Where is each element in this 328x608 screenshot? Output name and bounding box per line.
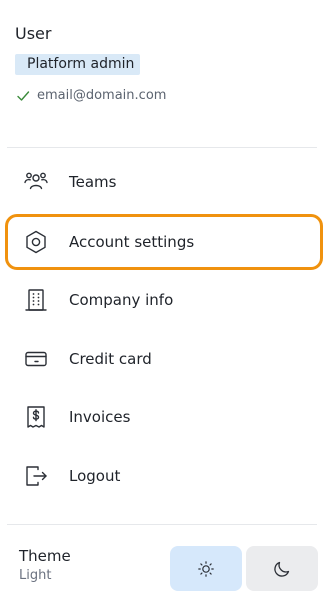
menu-item-label: Teams [69, 173, 117, 192]
menu-item-label: Invoices [69, 408, 131, 427]
menu-item-label: Logout [69, 467, 121, 486]
menu-item-account-settings[interactable]: Account settings [5, 213, 323, 270]
hexagon-settings-icon [23, 229, 49, 255]
user-info: User Platform admin email@domain.com [15, 22, 315, 103]
theme-light-button[interactable] [170, 546, 242, 591]
menu-item-company-info[interactable]: Company info [7, 271, 323, 330]
divider [7, 524, 317, 525]
email-row: email@domain.com [15, 88, 315, 103]
logout-icon [23, 463, 49, 489]
theme-title: Theme [19, 547, 71, 565]
menu-item-logout[interactable]: Logout [7, 447, 323, 506]
user-email: email@domain.com [37, 88, 167, 103]
menu-item-label: Company info [69, 291, 174, 310]
building-icon [23, 287, 49, 313]
account-menu: Teams Account settings Company info Cred… [5, 153, 323, 506]
user-name: User [15, 24, 52, 43]
moon-icon [274, 561, 290, 577]
menu-item-label: Account settings [69, 232, 195, 251]
theme-value: Light [19, 568, 52, 583]
menu-item-invoices[interactable]: Invoices [7, 388, 323, 447]
divider [7, 147, 317, 148]
receipt-dollar-icon [23, 404, 49, 430]
theme-toggle [170, 546, 318, 591]
theme-info: Theme Light [19, 546, 71, 585]
menu-item-credit-card[interactable]: Credit card [7, 329, 323, 388]
role-badge: Platform admin [15, 54, 141, 75]
teams-icon [23, 169, 49, 195]
sun-icon [198, 560, 214, 577]
menu-item-teams[interactable]: Teams [7, 153, 323, 212]
check-icon [17, 90, 30, 101]
credit-card-icon [23, 346, 49, 372]
theme-dark-button[interactable] [246, 546, 318, 591]
menu-item-label: Credit card [69, 349, 152, 368]
